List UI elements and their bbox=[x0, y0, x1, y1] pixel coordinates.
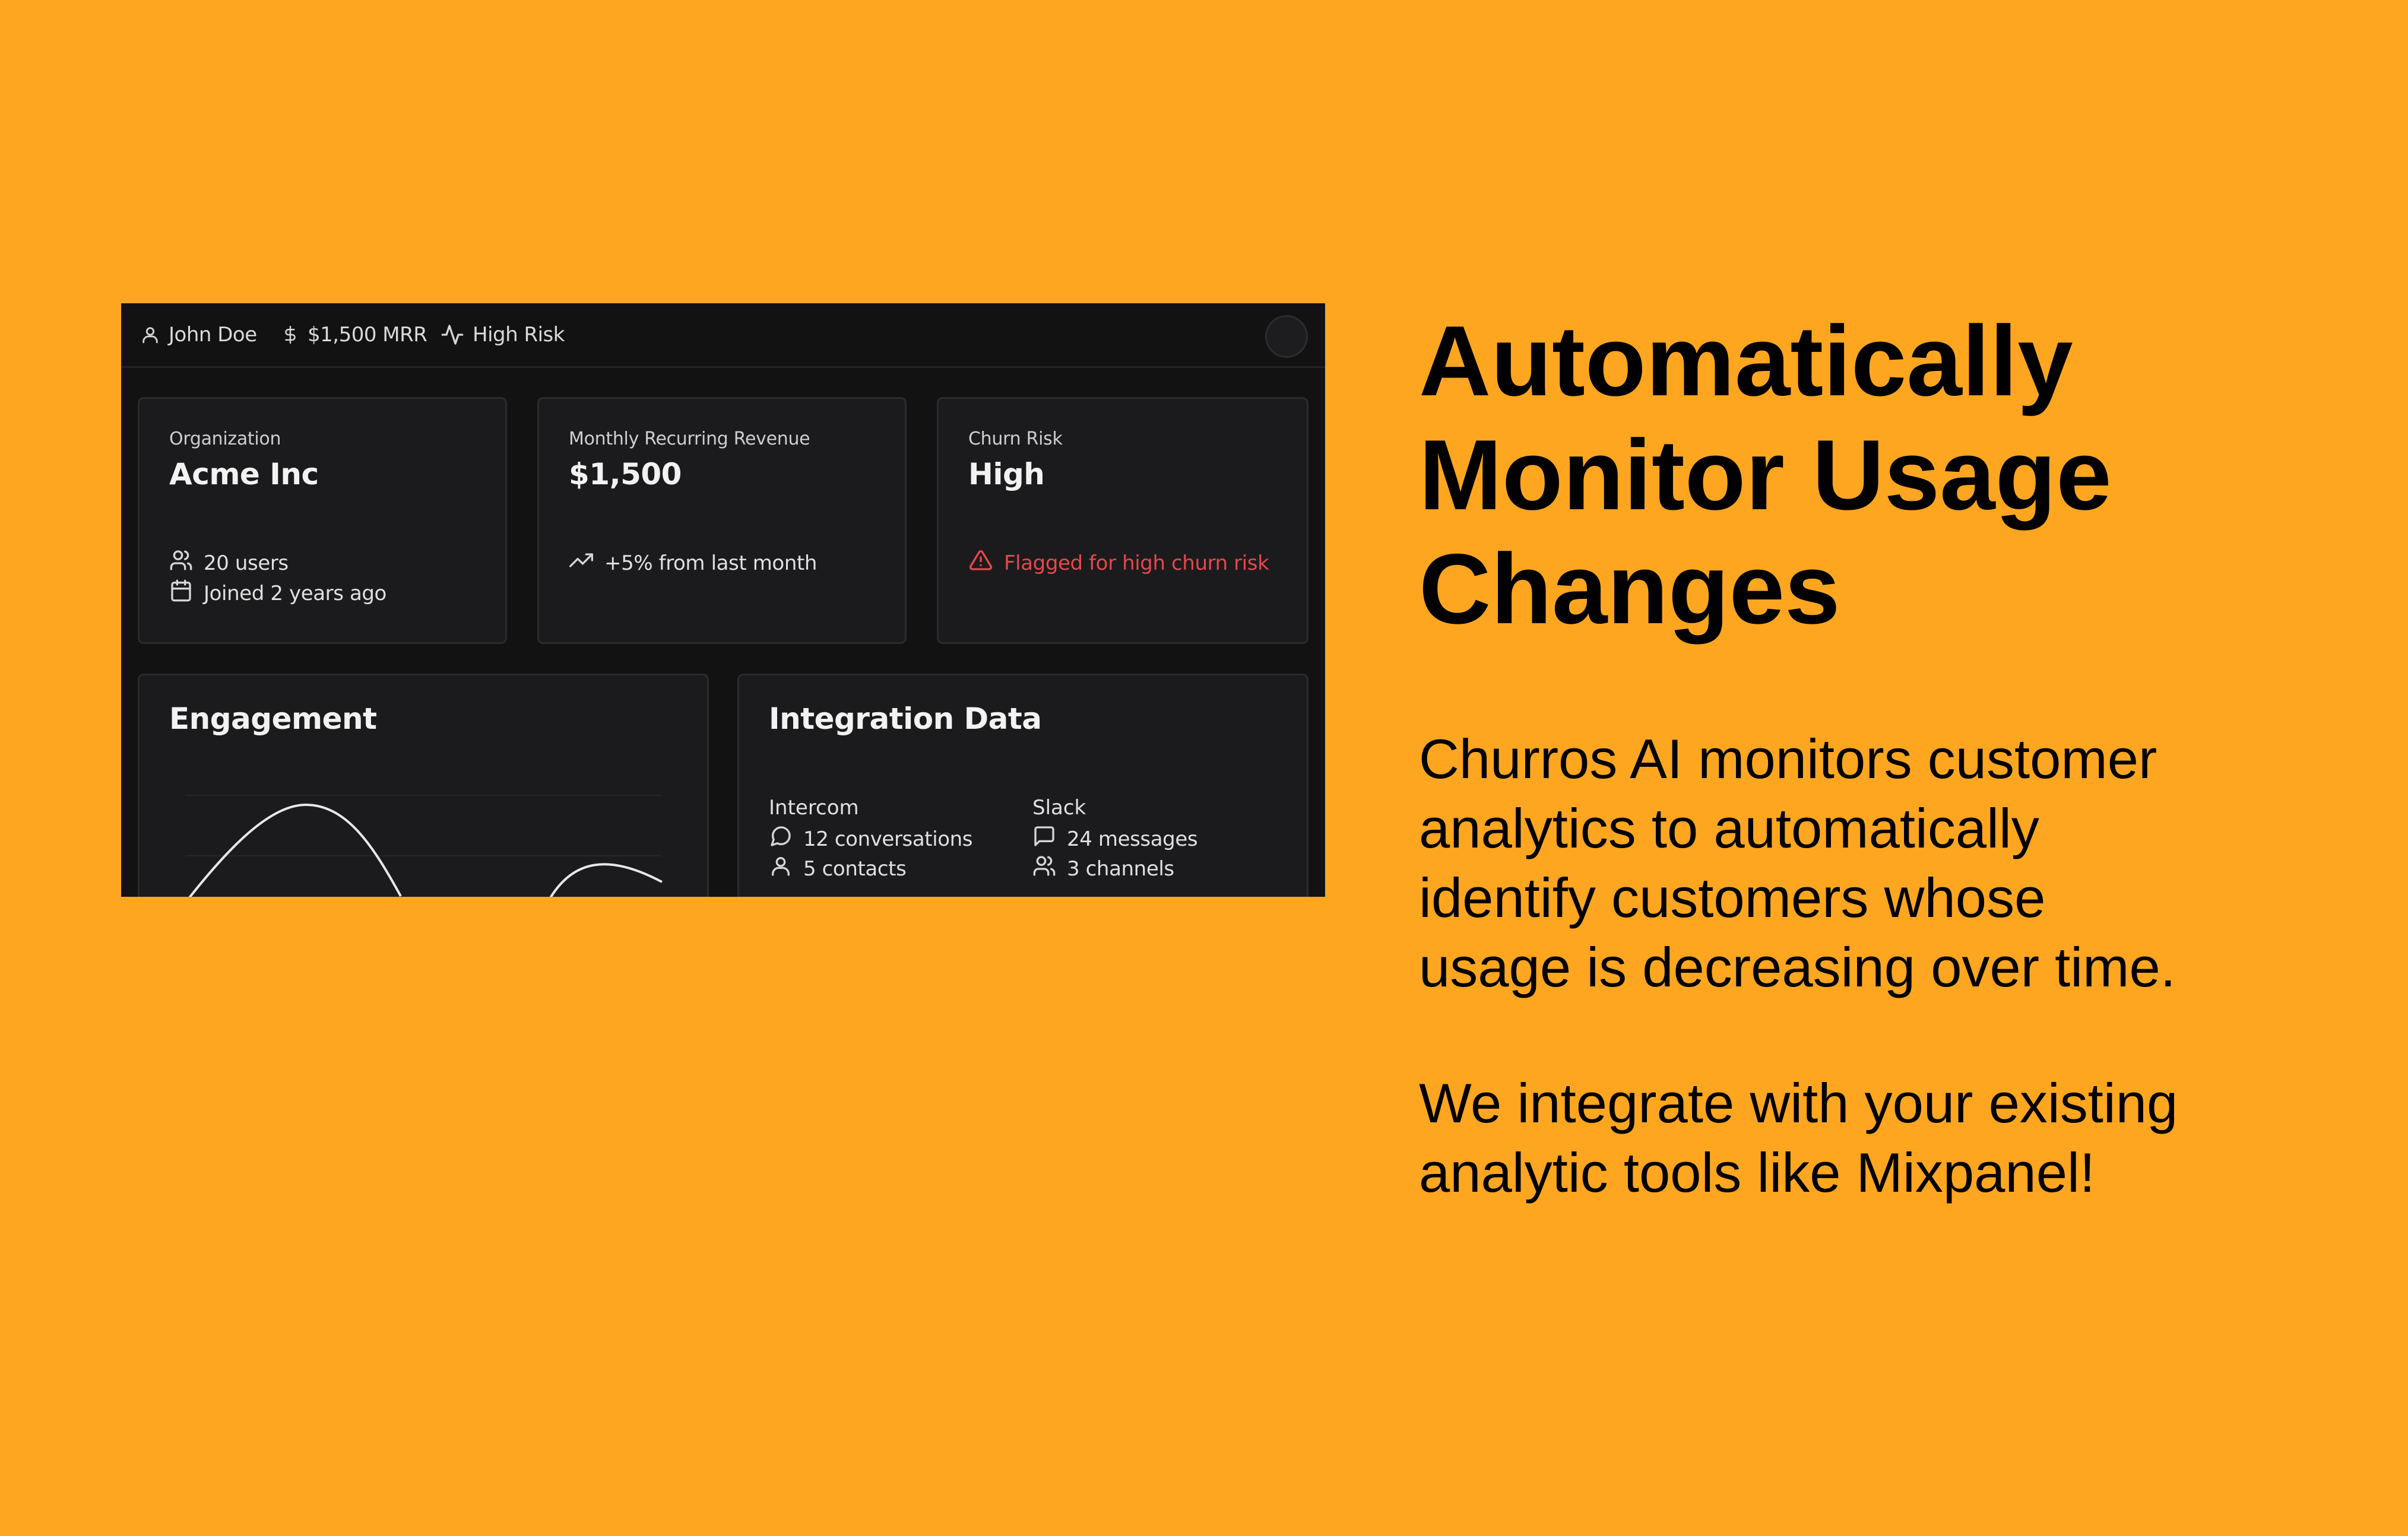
engagement-chart bbox=[186, 795, 663, 897]
engagement-card: Engagement bbox=[138, 674, 709, 897]
joined-text: Joined 2 years ago bbox=[204, 581, 386, 605]
integration-card: Integration Data Intercom 12 conversatio… bbox=[737, 674, 1308, 897]
integration-title: Integration Data bbox=[769, 702, 1042, 736]
trending-up-icon bbox=[569, 548, 594, 577]
activity-icon bbox=[441, 323, 464, 347]
mrr-label: Monthly Recurring Revenue bbox=[569, 429, 810, 449]
topbar-user-label: John Doe bbox=[169, 323, 257, 347]
churn-flag-row: Flagged for high churn risk bbox=[968, 548, 1269, 577]
dollar-icon bbox=[281, 322, 299, 347]
engagement-line bbox=[188, 803, 663, 897]
headline: Automatically Monitor Usage Changes bbox=[1419, 304, 2369, 646]
mrr-trend-text: +5% from last month bbox=[604, 551, 818, 575]
churn-label: Churn Risk bbox=[968, 429, 1063, 449]
dashboard-screenshot: John Doe $1,500 MRR High Risk Organizati… bbox=[121, 303, 1325, 897]
churn-value: High bbox=[968, 457, 1045, 491]
intercom-heading: Intercom bbox=[769, 796, 859, 820]
slack-channels-text: 3 channels bbox=[1067, 856, 1174, 881]
topbar-user[interactable]: John Doe bbox=[140, 303, 257, 366]
message-square-icon bbox=[1032, 824, 1056, 853]
intercom-contacts-text: 5 contacts bbox=[803, 856, 907, 881]
users-row: 20 users bbox=[169, 548, 289, 577]
slack-messages-row: 24 messages bbox=[1032, 824, 1198, 853]
user-icon bbox=[769, 854, 793, 883]
top-bar: John Doe $1,500 MRR High Risk bbox=[121, 303, 1325, 368]
mrr-card: Monthly Recurring Revenue $1,500 +5% fro… bbox=[537, 397, 907, 644]
alert-triangle-icon bbox=[968, 548, 993, 577]
mrr-value: $1,500 bbox=[569, 457, 682, 491]
headline-line: Automatically bbox=[1419, 305, 2073, 417]
organization-label: Organization bbox=[169, 429, 281, 449]
intercom-conversations-text: 12 conversations bbox=[803, 827, 973, 851]
headline-line: Monitor Usage bbox=[1419, 419, 2112, 531]
slack-channels-row: 3 channels bbox=[1032, 854, 1174, 883]
paragraph-line: usage is decreasing over time. bbox=[1419, 936, 2176, 998]
mrr-trend-row: +5% from last month bbox=[569, 548, 817, 577]
paragraph-line: analytics to automatically bbox=[1419, 797, 2039, 859]
slack-messages-text: 24 messages bbox=[1067, 827, 1198, 851]
organization-card: Organization Acme Inc 20 users Joined 2 … bbox=[138, 397, 507, 644]
paragraph-line: We integrate with your existing bbox=[1419, 1072, 2178, 1134]
integration-paragraph: We integrate with your existing analytic… bbox=[1419, 1068, 2393, 1207]
paragraph-line: identify customers whose bbox=[1419, 867, 2046, 929]
calendar-icon bbox=[169, 579, 193, 608]
churn-card: Churn Risk High Flagged for high churn r… bbox=[937, 397, 1308, 644]
topbar-mrr-label: $1,500 MRR bbox=[308, 323, 427, 347]
avatar[interactable] bbox=[1265, 315, 1308, 358]
intercom-conversations-row: 12 conversations bbox=[769, 824, 973, 853]
churn-flag-text: Flagged for high churn risk bbox=[1004, 551, 1269, 575]
headline-line: Changes bbox=[1419, 533, 1840, 645]
paragraph-line: analytic tools like Mixpanel! bbox=[1419, 1141, 2095, 1204]
topbar-risk-label: High Risk bbox=[473, 323, 565, 347]
users-icon bbox=[169, 548, 193, 577]
topbar-mrr[interactable]: $1,500 MRR bbox=[281, 303, 427, 366]
slack-heading: Slack bbox=[1032, 796, 1086, 820]
topbar-risk[interactable]: High Risk bbox=[441, 303, 565, 366]
message-circle-icon bbox=[769, 824, 793, 853]
joined-row: Joined 2 years ago bbox=[169, 579, 386, 608]
organization-value: Acme Inc bbox=[169, 457, 319, 491]
paragraph-line: Churros AI monitors customer bbox=[1419, 728, 2157, 790]
users-text: 20 users bbox=[204, 551, 289, 575]
description-paragraph: Churros AI monitors customer analytics t… bbox=[1419, 724, 2393, 1002]
intercom-contacts-row: 5 contacts bbox=[769, 854, 907, 883]
user-icon bbox=[140, 323, 160, 347]
users-icon bbox=[1032, 854, 1056, 883]
